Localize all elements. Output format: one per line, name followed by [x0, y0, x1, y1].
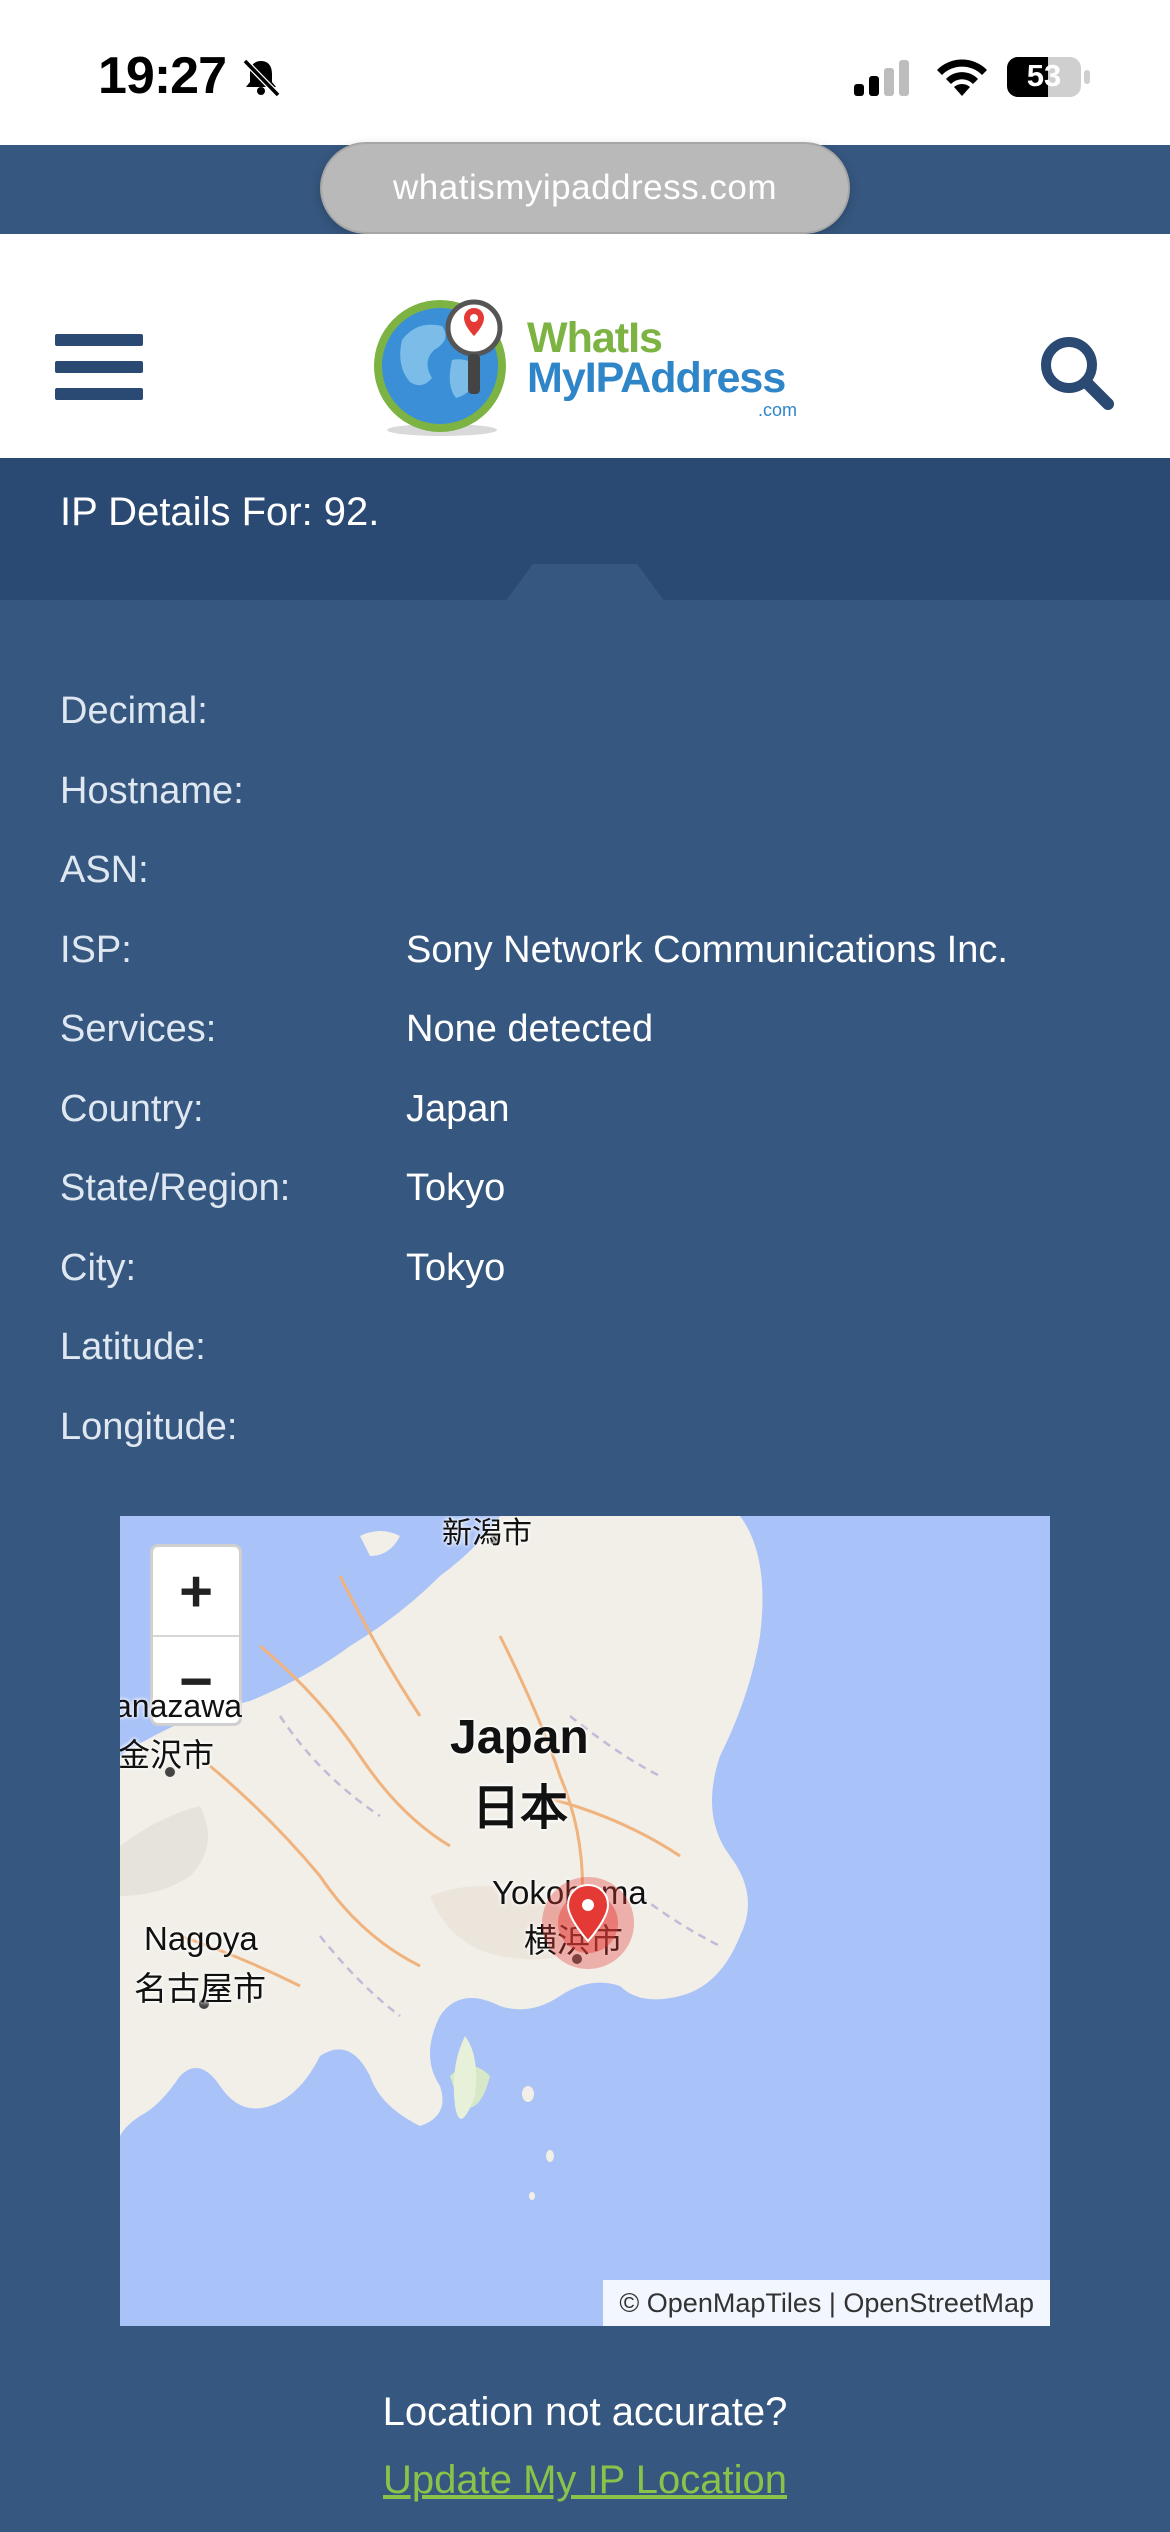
detail-row-hostname: Hostname: — [0, 770, 1170, 830]
map-label-country-ja: 日本 — [472, 1782, 569, 1835]
detail-label: Services: — [60, 1008, 217, 1050]
menu-icon[interactable] — [55, 334, 143, 400]
battery-level: 53 — [1026, 58, 1062, 93]
wifi-icon — [937, 59, 987, 96]
detail-value: Tokyo — [406, 1247, 506, 1289]
site-header: WhatIs MyIPAddress .com — [0, 234, 1170, 458]
detail-label: Country: — [60, 1088, 204, 1130]
map-label-nagoya-ja: 名古屋市 — [134, 1970, 266, 2007]
address-bar[interactable]: whatismyipaddress.com — [320, 142, 850, 234]
logo-line2: MyIPAddress — [527, 354, 786, 402]
map-label-niigata: 新潟市 — [442, 1517, 532, 1550]
detail-label: Longitude: — [60, 1406, 238, 1448]
detail-row-region: State/Region: Tokyo — [0, 1167, 1170, 1227]
map-label-country-en: Japan — [450, 1711, 589, 1764]
globe-magnifier-icon — [374, 299, 506, 436]
map-label-nagoya-en: Nagoya — [144, 1920, 258, 1957]
detail-label: Decimal: — [60, 690, 208, 732]
location-map[interactable]: + − 新潟市 anazawa 金沢市 Japan 日本 Yokohama 横浜… — [120, 1516, 1050, 2326]
detail-label: ISP: — [60, 929, 132, 971]
section-notch — [505, 564, 665, 602]
detail-row-services: Services: None detected — [0, 1008, 1170, 1068]
detail-row-longitude: Longitude: — [0, 1406, 1170, 1466]
detail-row-decimal: Decimal: — [0, 690, 1170, 750]
map-label-kanazawa-en: anazawa — [120, 1688, 243, 1724]
detail-label: City: — [60, 1247, 136, 1289]
site-logo[interactable]: WhatIs MyIPAddress .com — [372, 290, 802, 438]
location-pin-icon[interactable] — [538, 1873, 638, 1973]
detail-label: State/Region: — [60, 1167, 291, 1209]
detail-label: Hostname: — [60, 770, 244, 812]
map-label-kanazawa-ja: 金沢市 — [120, 1737, 215, 1773]
clock: 19:27 — [98, 47, 227, 105]
bell-slash-icon — [242, 58, 281, 98]
search-icon[interactable] — [1036, 332, 1116, 412]
status-bar: 19:27 53 — [0, 0, 1170, 145]
detail-row-asn: ASN: — [0, 849, 1170, 909]
zoom-in-button[interactable]: + — [153, 1547, 239, 1635]
cellular-signal-icon — [854, 60, 909, 96]
detail-value: Japan — [406, 1088, 510, 1130]
location-question: Location not accurate? — [382, 2390, 788, 2434]
detail-row-country: Country: Japan — [0, 1088, 1170, 1148]
map-attribution[interactable]: © OpenMapTiles | OpenStreetMap — [603, 2280, 1050, 2326]
logo-suffix: .com — [758, 400, 798, 420]
ip-details-title: IP Details For: 92. — [60, 490, 380, 534]
detail-row-city: City: Tokyo — [0, 1247, 1170, 1307]
detail-row-latitude: Latitude: — [0, 1326, 1170, 1386]
battery-icon: 53 — [1006, 56, 1092, 98]
detail-label: Latitude: — [60, 1326, 206, 1368]
detail-label: ASN: — [60, 849, 149, 891]
detail-row-isp: ISP: Sony Network Communications Inc. — [0, 929, 1170, 989]
detail-value: Tokyo — [406, 1167, 506, 1209]
update-location-link[interactable]: Update My IP Location — [0, 2458, 1170, 2503]
detail-value: None detected — [406, 1008, 654, 1050]
detail-value: Sony Network Communications Inc. — [406, 929, 1008, 971]
